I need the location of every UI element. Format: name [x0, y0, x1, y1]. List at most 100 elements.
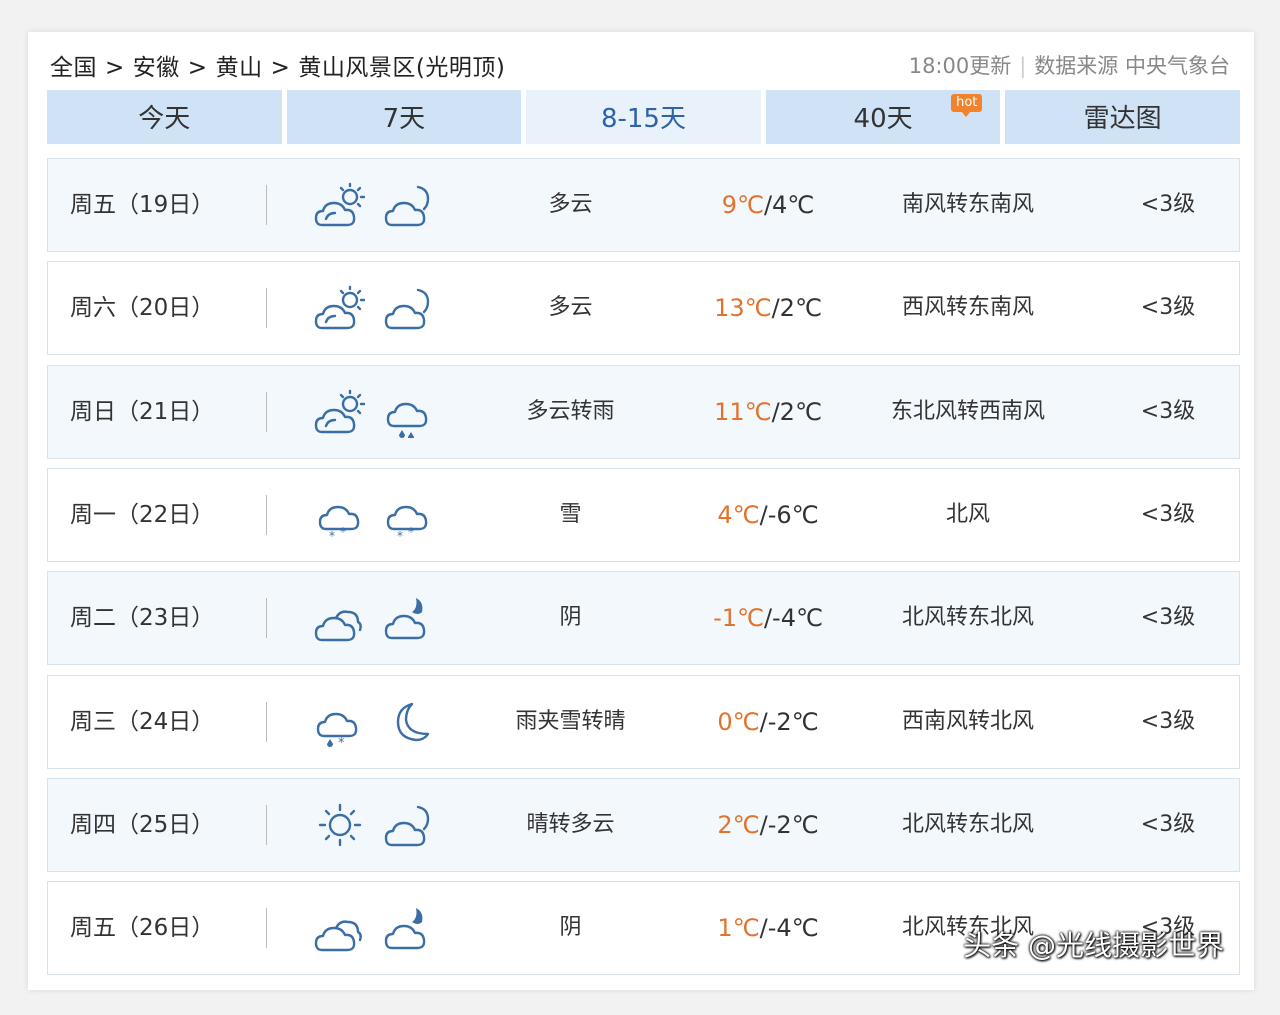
divider: [266, 908, 267, 949]
moon-icon: [378, 696, 434, 748]
tab-radar[interactable]: 雷达图: [1005, 90, 1240, 144]
update-time: 18:00更新: [908, 54, 1012, 78]
divider: [266, 494, 267, 535]
divider: |: [1019, 54, 1027, 78]
forecast-row: 周四（25日） 晴转多云 2℃/-2℃ 北风转东北风 <3级: [47, 777, 1240, 872]
forecast-row: 周日（21日） 多云转雨 11℃/2℃ 东北风转西南风 <3级: [47, 364, 1240, 459]
tab-8-15day[interactable]: 8-15天: [526, 90, 761, 144]
temperature: 11℃/2℃: [678, 366, 858, 458]
partly-cloudy-night-icon: [378, 179, 434, 231]
low-temp: /-2℃: [759, 810, 819, 839]
forecast-row: 周三（24日） * 雨夹雪转晴 0℃/-2℃ 西南风转北风 <3级: [47, 674, 1240, 769]
breadcrumb-city[interactable]: 黄山: [216, 55, 263, 81]
temperature: 1℃/-4℃: [678, 882, 858, 974]
svg-text:*: *: [340, 525, 346, 539]
high-temp: -1℃: [713, 604, 764, 633]
low-temp: /-6℃: [759, 500, 819, 529]
temperature: 13℃/2℃: [678, 262, 858, 354]
wind-level: <3级: [1140, 708, 1196, 734]
wind-level: <3级: [1140, 501, 1196, 527]
breadcrumb-province[interactable]: 安徽: [133, 55, 180, 81]
overcast-night-icon: [378, 902, 434, 954]
wind-direction: 西南风转北风: [901, 708, 1034, 734]
forecast-tabs: 今天 7天 8-15天 40天 hot 雷达图: [47, 90, 1240, 144]
high-temp: 9℃: [721, 191, 764, 219]
day-label: 周一（22日）: [70, 501, 215, 528]
data-source: 数据来源 中央气象台: [1034, 54, 1230, 78]
high-temp: 4℃: [717, 500, 760, 529]
weather-icons: *: [310, 696, 434, 751]
breadcrumb-location: 黄山风景区(光明顶): [298, 55, 506, 81]
weather-icons: [310, 179, 434, 231]
day-label: 周六（20日）: [70, 295, 215, 322]
forecast-row: 周二（23日） 阴 -1℃/-4℃ 北风转东北风 <3级: [47, 571, 1240, 666]
weather-panel: 全国 > 安徽 > 黄山 > 黄山风景区(光明顶) 18:00更新 | 数据来源 中央气象台 今…: [28, 32, 1254, 990]
weather-description: 阴: [559, 915, 582, 941]
overcast-night-icon: [378, 592, 434, 644]
forecast-row: 周六（20日） 多云 13℃/2℃ 西风转东南风 <3级: [47, 261, 1240, 356]
weather-description: 雨夹雪转晴: [515, 708, 626, 734]
forecast-row: 周五（19日） 多云 9℃/4℃ 南风转东南风 <3级: [47, 158, 1240, 252]
day-label: 周五（26日）: [70, 915, 215, 942]
low-temp: /2℃: [771, 294, 822, 323]
divider: [266, 185, 267, 225]
wind-level: <3级: [1140, 398, 1196, 424]
divider: [266, 804, 267, 845]
weather-description: 阴: [559, 605, 582, 631]
overcast-icon: [310, 902, 366, 954]
high-temp: 0℃: [717, 707, 760, 736]
weather-icons: [310, 592, 434, 644]
partly-cloudy-day-icon: [310, 179, 366, 231]
weather-description: 多云转雨: [526, 398, 615, 424]
tab-40day-label: 40天: [853, 104, 913, 134]
breadcrumb-separator: >: [105, 55, 125, 81]
wind-direction: 东北风转西南风: [890, 398, 1045, 424]
low-temp: /-2℃: [759, 707, 819, 736]
breadcrumb-separator: >: [187, 55, 208, 81]
watermark: 头条 @光线摄影世界: [963, 929, 1224, 962]
low-temp: /2℃: [771, 397, 822, 426]
sleet-icon: *: [310, 696, 366, 751]
wind-level: <3级: [1140, 192, 1196, 217]
weather-description: 雪: [559, 501, 582, 527]
svg-text:*: *: [397, 529, 403, 541]
divider: [266, 288, 267, 329]
weather-description: 晴转多云: [526, 811, 615, 837]
svg-text:*: *: [338, 736, 345, 748]
wind-level: <3级: [1140, 295, 1196, 321]
high-temp: 13℃: [714, 294, 772, 323]
weather-description: 多云: [548, 192, 593, 217]
low-temp: /-4℃: [763, 604, 823, 633]
divider: [266, 701, 267, 742]
breadcrumb-separator: >: [270, 55, 291, 81]
low-temp: /4℃: [763, 191, 815, 219]
update-info: 18:00更新 | 数据来源 中央气象台: [909, 50, 1230, 80]
wind-level: <3级: [1140, 605, 1196, 631]
wind-direction: 西风转东南风: [901, 295, 1034, 321]
partly-cloudy-day-icon: [310, 386, 366, 438]
temperature: -1℃/-4℃: [678, 572, 858, 664]
snow-icon: * *: [378, 489, 434, 543]
partly-cloudy-day-icon: [310, 282, 366, 334]
partly-cloudy-night-icon: [378, 799, 434, 851]
wind-direction: 北风转东北风: [901, 811, 1034, 837]
high-temp: 1℃: [717, 914, 760, 943]
divider: [266, 598, 267, 639]
high-temp: 11℃: [714, 397, 772, 426]
breadcrumb-country[interactable]: 全国: [50, 55, 97, 81]
weather-icons: * * * *: [310, 489, 434, 543]
tab-7day[interactable]: 7天: [286, 90, 522, 144]
svg-text:*: *: [329, 529, 335, 541]
weather-icons: [310, 799, 434, 851]
tab-40day[interactable]: 40天 hot: [765, 90, 1001, 144]
svg-text:*: *: [408, 525, 414, 539]
low-temp: /-4℃: [759, 914, 819, 943]
breadcrumb: 全国 > 安徽 > 黄山 > 黄山风景区(光明顶): [50, 48, 505, 82]
day-label: 周日（21日）: [70, 398, 215, 425]
temperature: 9℃/4℃: [678, 159, 858, 251]
weather-icons: [310, 386, 434, 440]
sun-icon: [310, 799, 366, 851]
wind-level: <3级: [1140, 811, 1196, 837]
tab-today[interactable]: 今天: [47, 90, 282, 144]
temperature: 2℃/-2℃: [678, 779, 858, 871]
